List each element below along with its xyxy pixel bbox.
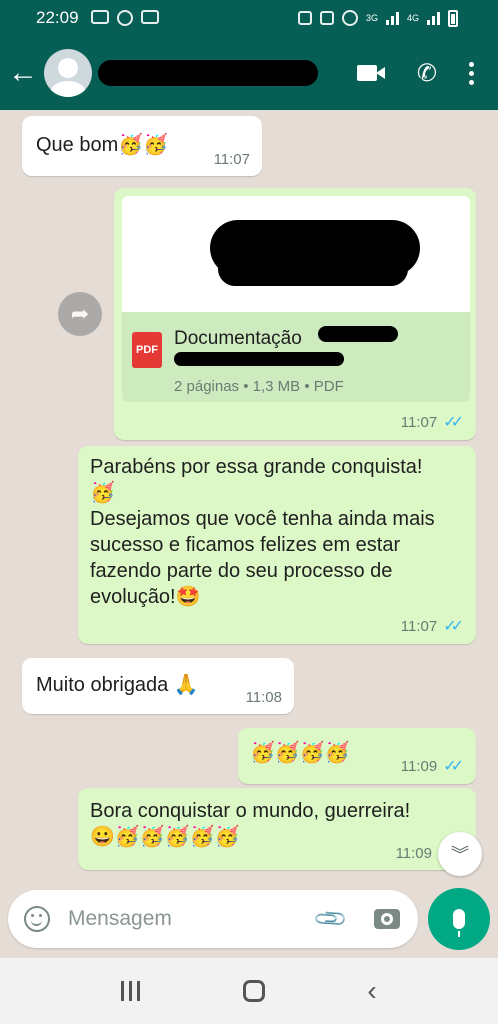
recent-apps-icon[interactable] [121,981,141,1001]
video-call-icon[interactable] [356,64,385,82]
read-ticks-icon: ✓✓ [443,414,464,431]
chat-area[interactable]: Que bom🥳🥳 11:07 PDF Documentação 2 págin… [0,110,498,888]
mute-icon [319,11,334,25]
message-text-line1: Parabéns por essa grande conquista! [90,456,423,478]
network-4g-label: 4G [406,13,419,23]
message-input[interactable] [68,907,288,931]
document-preview[interactable] [122,196,470,312]
system-nav-bar: ‹ [0,958,498,1024]
composer: 📎 [8,890,418,948]
whatsapp-icon [116,10,133,26]
message-text: Bora conquistar o mundo, guerreira! [90,800,411,822]
avatar[interactable] [44,49,92,97]
phone-icon[interactable]: ✆ [417,59,437,88]
read-ticks-icon: ✓✓ [443,758,464,775]
message-time: 11:07 [400,413,438,431]
read-ticks-icon: ✓✓ [443,618,464,635]
party-emoji: 🥳🥳 [118,134,169,156]
status-time: 22:09 [36,8,79,27]
message-time: 11:07 [213,151,250,168]
message-outgoing[interactable]: Parabéns por essa grande conquista! 🥳 De… [78,446,476,644]
status-bar: 22:09 3G 4G [0,0,498,36]
wifi-icon [341,10,358,26]
document-details: 2 páginas • 1,3 MB • PDF [174,378,344,395]
microphone-icon [453,909,465,937]
mic-button[interactable] [428,888,490,950]
document-info[interactable]: PDF Documentação 2 páginas • 1,3 MB • PD… [122,312,470,402]
signal-icon [385,11,399,25]
pdf-icon: PDF [132,332,162,368]
message-text: Muito obrigada [36,674,169,696]
message-text: Que bom [36,134,119,156]
message-time: 11:09 [395,845,432,862]
gallery-icon [90,10,109,24]
back-arrow-icon[interactable]: ← [8,58,44,88]
chat-header: ← ✆ [0,36,498,110]
party-emoji: 🥳 [90,482,115,504]
star-struck-emoji: 🤩 [175,586,201,608]
camera-icon[interactable] [374,909,400,929]
nfc-icon [297,11,312,25]
home-icon[interactable] [242,980,265,1002]
message-outgoing[interactable]: Bora conquistar o mundo, guerreira! 😀🥳🥳🥳… [78,788,476,870]
message-time: 11:08 [245,689,282,706]
voicemail-icon [140,10,159,24]
praying-hands-emoji: 🙏 [173,674,199,696]
party-emoji-row: 🥳🥳🥳🥳 [250,742,350,764]
document-name: Documentação [174,328,302,349]
nav-back-icon[interactable]: ‹ [367,975,376,1007]
emoji-row: 😀🥳🥳🥳🥳🥳 [90,826,240,848]
forward-icon[interactable]: ➦ [58,292,102,336]
network-3g-label: 3G [365,13,378,23]
more-options-icon[interactable] [469,61,474,85]
message-time: 11:09 [400,757,438,775]
message-incoming[interactable]: Muito obrigada 🙏 11:08 [22,658,294,714]
message-outgoing-document[interactable]: PDF Documentação 2 páginas • 1,3 MB • PD… [114,188,476,440]
message-time: 11:07 [400,617,438,635]
contact-name-redacted[interactable] [98,60,324,86]
scroll-down-button[interactable]: ︾ [438,832,482,876]
message-incoming[interactable]: Que bom🥳🥳 11:07 [22,116,262,176]
message-outgoing[interactable]: 🥳🥳🥳🥳 11:09 ✓✓ [238,728,476,784]
emoji-icon[interactable] [24,906,50,932]
attach-icon[interactable]: 📎 [311,900,349,938]
signal-icon-2 [427,11,440,25]
battery-icon [448,9,458,27]
message-text-line2: Desejamos que você tenha ainda mais suce… [90,508,435,608]
